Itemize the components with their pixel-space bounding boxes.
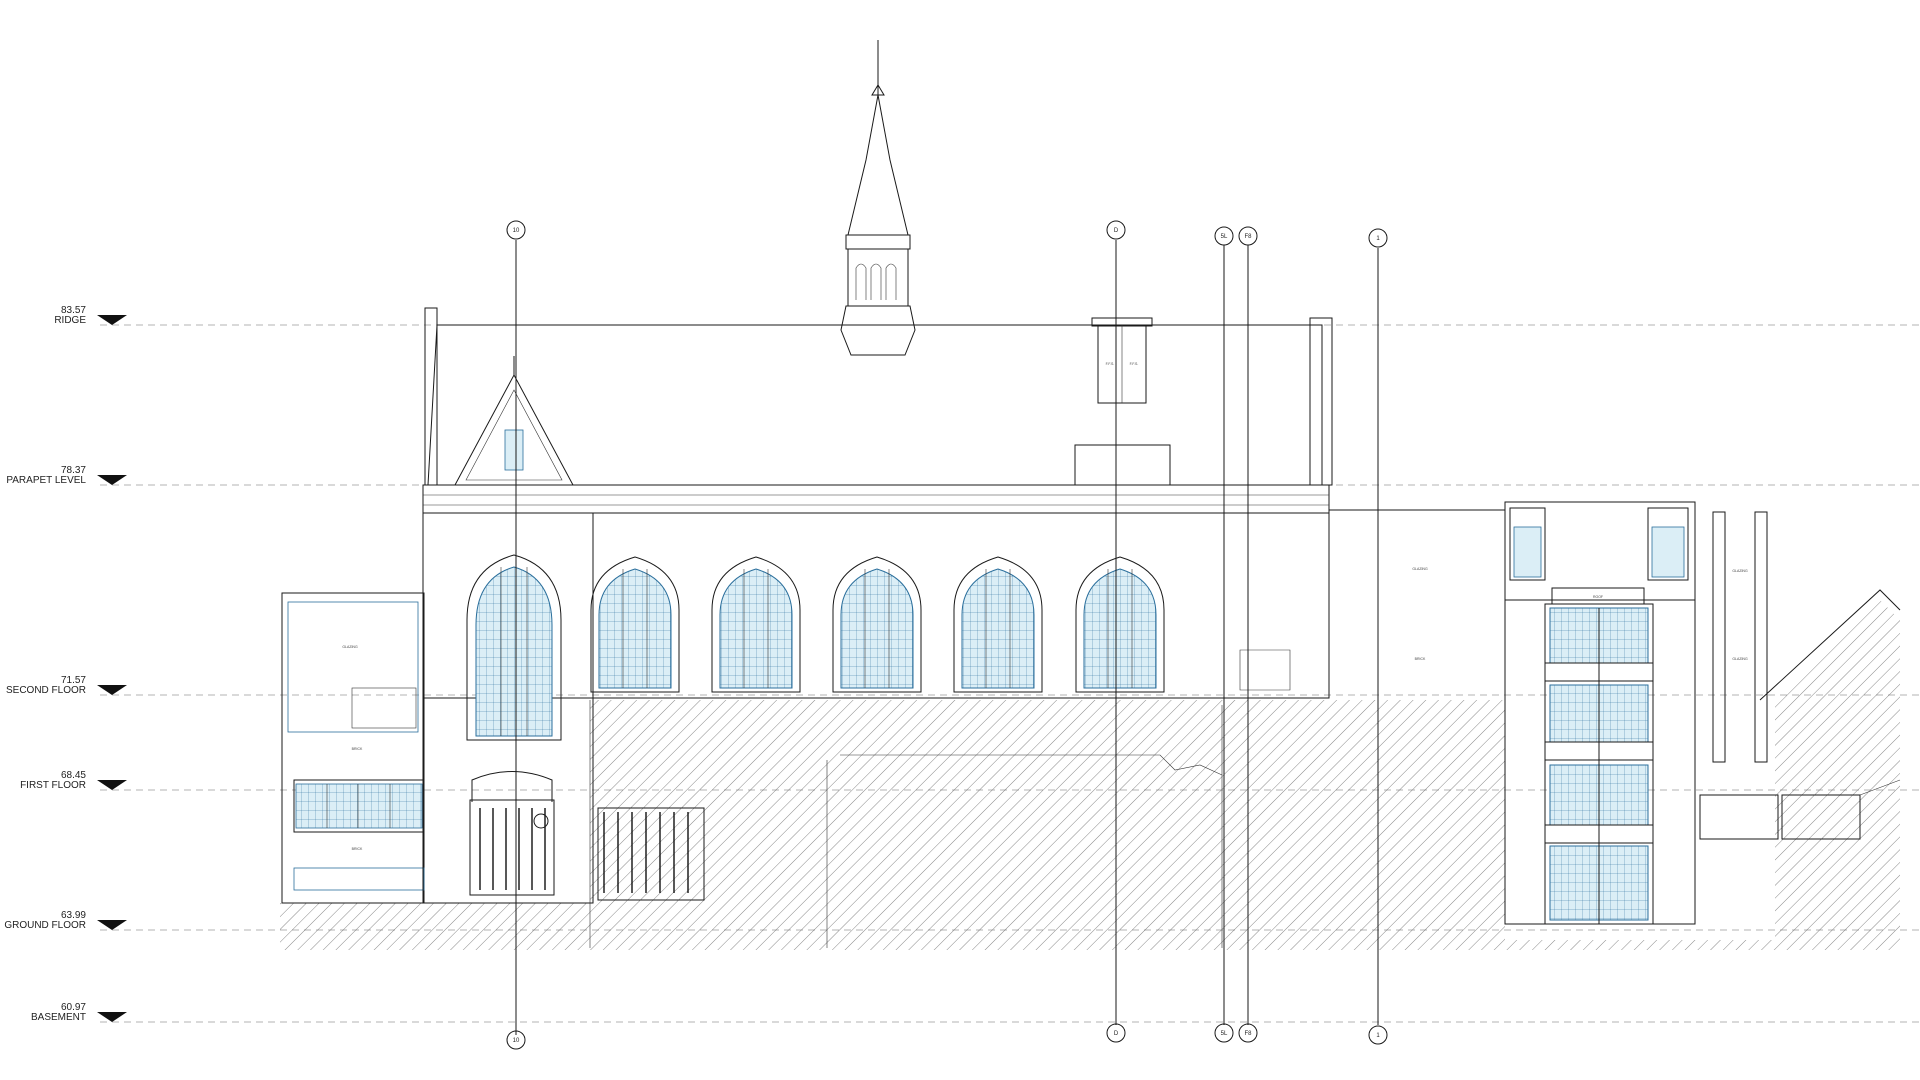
grid-label: 5L <box>1221 234 1228 240</box>
chimney-label: F.F.S. <box>1106 362 1115 366</box>
level-triangle-icon <box>97 685 127 695</box>
grid-label: 10 <box>513 1038 520 1044</box>
side-label: GLAZING <box>1732 657 1748 661</box>
level-ridge: 83.57 RIDGE <box>54 305 1920 326</box>
level-name: FIRST FLOOR <box>20 780 86 791</box>
level-name: RIDGE <box>54 315 86 326</box>
gothic-window <box>832 556 922 693</box>
annex-label: BRICK <box>352 747 363 751</box>
level-triangle-icon <box>97 315 127 325</box>
grid-label: F8 <box>1244 1031 1252 1037</box>
grid-label: 5L <box>1221 1031 1228 1037</box>
level-name: GROUND FLOOR <box>4 920 86 931</box>
gothic-window <box>953 556 1043 693</box>
level-basement: 60.97 BASEMENT <box>31 1002 1920 1023</box>
level-triangle-icon <box>97 1012 127 1022</box>
grid-label: 1 <box>1376 1033 1380 1039</box>
left-annex: GLAZING BRICK BRICK <box>281 592 425 904</box>
chimney-label: F.F.S. <box>1130 362 1139 366</box>
side-label: GLAZING <box>1732 569 1748 573</box>
gothic-window <box>1075 556 1165 693</box>
grid-label: 10 <box>513 228 520 234</box>
level-triangle-icon <box>97 780 127 790</box>
grid-label: 1 <box>1376 236 1380 242</box>
spire <box>840 40 916 356</box>
level-name: BASEMENT <box>31 1012 86 1023</box>
clock-icon <box>533 813 549 829</box>
level-triangle-icon <box>97 920 127 930</box>
annex-label: GLAZING <box>342 645 358 649</box>
grid-label: D <box>1114 228 1119 234</box>
grid-label: D <box>1114 1031 1119 1037</box>
level-parapet: 78.37 PARAPET LEVEL <box>6 465 1920 486</box>
gothic-window <box>466 554 562 741</box>
bay-head-label: ROOF <box>1593 595 1603 599</box>
annex-window-band <box>295 783 423 829</box>
elevation-drawing: 83.57 RIDGE 78.37 PARAPET LEVEL 71.57 SE… <box>4 40 1920 1050</box>
bay-label: BRICK <box>1415 657 1426 661</box>
level-triangle-icon <box>97 475 127 485</box>
gothic-window <box>711 556 801 693</box>
annex-label: BRICK <box>352 847 363 851</box>
bay-label: GLAZING <box>1412 567 1428 571</box>
gothic-window <box>590 556 680 693</box>
level-name: SECOND FLOOR <box>6 685 86 696</box>
grid-label: F8 <box>1244 234 1252 240</box>
level-name: PARAPET LEVEL <box>6 475 86 486</box>
